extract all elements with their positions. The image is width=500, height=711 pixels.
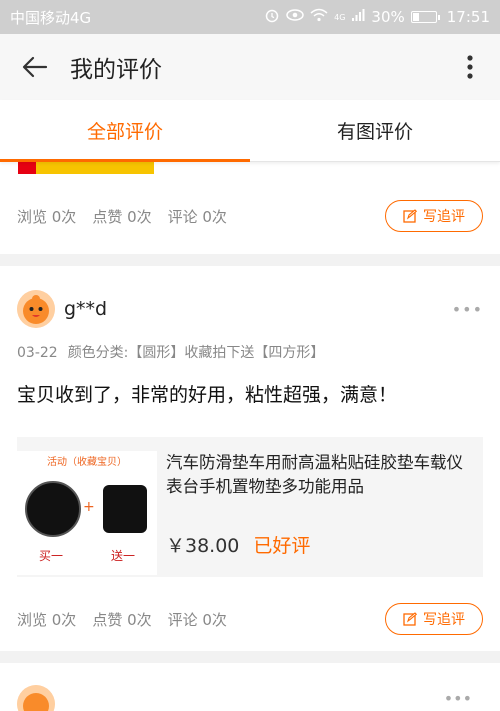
views-count: 浏览 0次 xyxy=(17,207,77,226)
write-followup-button[interactable]: 写追评 xyxy=(385,603,483,635)
review-card: ••• xyxy=(0,663,500,711)
views-count: 浏览 0次 xyxy=(17,610,77,629)
more-horizontal-icon[interactable]: ••• xyxy=(452,300,483,319)
battery-fill xyxy=(412,13,419,21)
review-card: 浏览 0次 点赞 0次 评论 0次 写追评 xyxy=(0,162,500,254)
product-image-gift-text: 送一 xyxy=(111,549,136,563)
review-text: 宝贝收到了，非常的好用，粘性超强，满意！ xyxy=(17,384,398,406)
review-meta: 03-22 颜色分类:【圆形】收藏拍下送【四方形】 xyxy=(0,342,500,362)
back-arrow-icon xyxy=(22,56,48,78)
network-type-label: 4G xyxy=(334,12,346,22)
more-options-button[interactable] xyxy=(440,34,500,100)
page-title: 我的评价 xyxy=(70,57,162,83)
product-image-promo-text: 活动（收藏宝贝） xyxy=(47,457,127,468)
review-stats: 浏览 0次 点赞 0次 评论 0次 xyxy=(17,206,385,227)
product-banner-image xyxy=(18,162,154,174)
write-followup-button[interactable]: 写追评 xyxy=(385,200,483,232)
avatar xyxy=(17,290,55,328)
tab-photo-reviews[interactable]: 有图评价 xyxy=(250,100,500,161)
more-horizontal-icon[interactable]: ••• xyxy=(444,689,472,708)
clock: 17:51 xyxy=(446,8,490,26)
write-followup-label: 写追评 xyxy=(423,612,465,628)
rating-label: 已好评 xyxy=(253,535,311,557)
carrier-label: 中国移动4G xyxy=(10,8,92,27)
comments-count: 评论 0次 xyxy=(167,207,227,226)
reviewer-name: g**d xyxy=(64,298,108,320)
likes-count: 点赞 0次 xyxy=(92,207,152,226)
product-thumbnail: 活动（收藏宝贝） + 买一 送一 xyxy=(17,451,157,575)
likes-count: 点赞 0次 xyxy=(92,610,152,629)
write-followup-label: 写追评 xyxy=(423,209,465,225)
wifi-icon xyxy=(310,8,328,26)
alarm-icon xyxy=(264,7,280,27)
more-vertical-icon xyxy=(467,55,473,79)
product-image-buy-text: 买一 xyxy=(39,549,64,563)
review-list[interactable]: 浏览 0次 点赞 0次 评论 0次 写追评 g**d ••• 03-22 颜色分类… xyxy=(0,162,500,711)
edit-icon xyxy=(403,612,417,626)
app-bar: 我的评价 xyxy=(0,34,500,100)
product-spec: 颜色分类:【圆形】收藏拍下送【四方形】 xyxy=(67,345,325,361)
edit-icon xyxy=(403,209,417,223)
battery-percent: 30% xyxy=(371,8,405,26)
signal-icon xyxy=(351,8,365,26)
eye-icon xyxy=(286,8,304,26)
product-price: ￥38.00 xyxy=(166,535,240,557)
review-date: 03-22 xyxy=(17,345,58,361)
review-stats: 浏览 0次 点赞 0次 评论 0次 xyxy=(17,609,385,630)
product-title: 汽车防滑垫车用耐高温粘贴硅胶垫车载仪表台手机置物垫多功能用品 xyxy=(166,453,463,496)
status-bar: 中国移动4G 4G 30% 17:51 xyxy=(0,0,500,34)
review-card: g**d ••• 03-22 颜色分类:【圆形】收藏拍下送【四方形】 宝贝收到了，… xyxy=(0,266,500,651)
back-button[interactable] xyxy=(0,34,70,100)
avatar xyxy=(17,685,55,711)
product-card[interactable]: 活动（收藏宝贝） + 买一 送一 汽车防滑垫车用耐高温粘贴硅胶垫车载仪表台手机置… xyxy=(17,437,483,577)
comments-count: 评论 0次 xyxy=(167,610,227,629)
battery-icon xyxy=(410,11,440,23)
review-tabs: 全部评价 有图评价 xyxy=(0,100,500,162)
tab-all-reviews[interactable]: 全部评价 xyxy=(0,100,250,162)
